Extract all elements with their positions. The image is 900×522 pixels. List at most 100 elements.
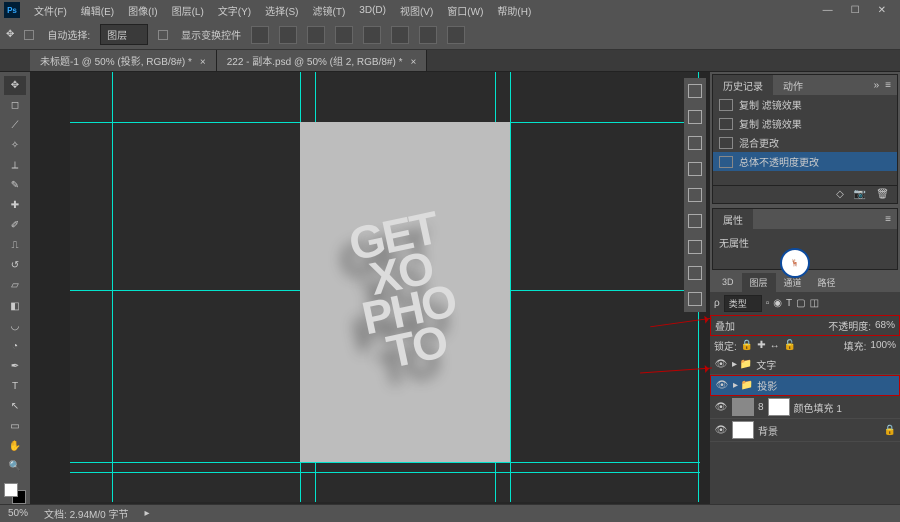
show-transform-checkbox[interactable] (158, 30, 168, 40)
distribute-icon[interactable] (419, 26, 437, 44)
opacity-input[interactable]: 68% (875, 320, 895, 331)
ps-logo: Ps (4, 2, 20, 18)
history-item[interactable]: 总体不透明度更改 (713, 152, 897, 171)
maximize-icon[interactable]: ☐ (851, 5, 860, 16)
panel-icon[interactable] (688, 188, 702, 202)
menu-type[interactable]: 文字(Y) (212, 1, 257, 20)
distribute-icon[interactable] (391, 26, 409, 44)
move-tool[interactable]: ✥ (4, 76, 26, 95)
align-icon[interactable] (307, 26, 325, 44)
doc-tab[interactable]: 222 - 副本.psd @ 50% (组 2, RGB/8#) *× (217, 50, 428, 71)
shape-tool[interactable]: ▭ (4, 417, 26, 436)
layer-kind-dropdown[interactable]: 类型 (724, 295, 762, 312)
panel-collapse-icon[interactable]: » (874, 80, 880, 91)
layer-row[interactable]: 👁背景🔒 (710, 419, 900, 442)
hand-tool[interactable]: ✋ (4, 437, 26, 456)
menu-layer[interactable]: 图层(L) (166, 1, 210, 20)
panel-menu-icon[interactable]: ≡ (885, 214, 891, 225)
history-item[interactable]: 混合更改 (713, 133, 897, 152)
panel-icon[interactable] (688, 266, 702, 280)
tab-layers[interactable]: 图层 (742, 273, 776, 292)
history-item[interactable]: 复制 滤镜效果 (713, 114, 897, 133)
panel-icon[interactable] (688, 84, 702, 98)
options-bar: ✥ 自动选择: 图层 显示变换控件 (0, 20, 900, 50)
doc-tab[interactable]: 未标题-1 @ 50% (投影, RGB/8#) *× (30, 50, 217, 71)
panel-icon[interactable] (688, 136, 702, 150)
menu-3d[interactable]: 3D(D) (353, 3, 392, 18)
menu-image[interactable]: 图像(I) (122, 1, 163, 20)
panel-icon[interactable] (688, 240, 702, 254)
gradient-tool[interactable]: ◧ (4, 297, 26, 316)
history-item[interactable]: 复制 滤镜效果 (713, 95, 897, 114)
menu-select[interactable]: 选择(S) (259, 1, 304, 20)
new-snapshot-icon[interactable]: 📷 (854, 189, 866, 200)
lasso-tool[interactable]: ⟋ (4, 116, 26, 135)
menu-view[interactable]: 视图(V) (394, 1, 439, 20)
artboard[interactable]: GET XO PHO TO (300, 122, 510, 462)
status-bar: 50% 文档: 2.94M/0 字节 ▸ (0, 504, 900, 522)
tab-3d[interactable]: 3D (714, 274, 742, 290)
canvas-area[interactable]: GET XO PHO TO (30, 72, 710, 504)
zoom-level[interactable]: 50% (8, 508, 28, 519)
auto-select-label: 自动选择: (47, 27, 90, 42)
blend-mode-dropdown[interactable]: 叠加 (715, 318, 787, 333)
tab-close-icon[interactable]: × (200, 57, 206, 68)
trash-icon[interactable]: 🗑 (876, 189, 889, 200)
layer-row[interactable]: 👁▸ 📁文字 (710, 355, 900, 375)
3d-mode-icon[interactable] (447, 26, 465, 44)
layer-row[interactable]: 👁8颜色填充 1 (710, 396, 900, 419)
menu-filter[interactable]: 滤镜(T) (307, 1, 352, 20)
panel-icon[interactable] (688, 110, 702, 124)
menu-window[interactable]: 窗口(W) (441, 1, 489, 20)
panel-icon[interactable] (688, 214, 702, 228)
tab-actions[interactable]: 动作 (773, 75, 813, 96)
minimize-icon[interactable]: — (823, 5, 833, 16)
history-brush-tool[interactable]: ↺ (4, 256, 26, 275)
panel-icon[interactable] (688, 162, 702, 176)
tab-history[interactable]: 历史记录 (713, 75, 773, 96)
dodge-tool[interactable]: ◔ (4, 337, 26, 356)
canvas-text: GET XO PHO TO (338, 207, 472, 376)
eye-icon[interactable]: 👁 (714, 425, 728, 436)
watermark-logo: 🦌 (780, 248, 810, 278)
tab-close-icon[interactable]: × (410, 57, 416, 68)
path-tool[interactable]: ↖ (4, 397, 26, 416)
zoom-tool[interactable]: 🔍 (4, 457, 26, 476)
heal-tool[interactable]: ✚ (4, 196, 26, 215)
brush-tool[interactable]: ✐ (4, 216, 26, 235)
auto-select-dropdown[interactable]: 图层 (100, 24, 148, 45)
tab-properties[interactable]: 属性 (713, 209, 753, 230)
eye-icon[interactable]: 👁 (714, 359, 728, 370)
eyedropper-tool[interactable]: ✎ (4, 176, 26, 195)
wand-tool[interactable]: ✧ (4, 136, 26, 155)
panel-menu-icon[interactable]: ≡ (885, 80, 891, 91)
eraser-tool[interactable]: ▱ (4, 276, 26, 295)
fill-input[interactable]: 100% (870, 340, 896, 351)
align-icon[interactable] (279, 26, 297, 44)
distribute-icon[interactable] (363, 26, 381, 44)
blur-tool[interactable]: ◡ (4, 317, 26, 336)
layer-row[interactable]: 👁▸ 📁投影 (710, 375, 900, 396)
doc-size[interactable]: 文档: 2.94M/0 字节 (44, 506, 128, 521)
crop-tool[interactable]: ⟂ (4, 156, 26, 175)
menu-help[interactable]: 帮助(H) (491, 1, 537, 20)
close-icon[interactable]: ✕ (878, 5, 886, 16)
move-tool-icon: ✥ (6, 29, 14, 40)
right-panels: 历史记录 动作 » ≡ 复制 滤镜效果 复制 滤镜效果 混合更改 总体不透明度更改… (710, 72, 900, 504)
align-icon[interactable] (335, 26, 353, 44)
menu-file[interactable]: 文件(F) (28, 1, 73, 20)
stamp-tool[interactable]: ⎍ (4, 236, 26, 255)
color-swatches[interactable] (4, 483, 26, 504)
eye-icon[interactable]: 👁 (714, 402, 728, 413)
auto-select-checkbox[interactable] (24, 30, 34, 40)
type-tool[interactable]: T (4, 377, 26, 396)
align-icon[interactable] (251, 26, 269, 44)
tab-paths[interactable]: 路径 (810, 273, 844, 292)
panel-icon[interactable] (688, 292, 702, 306)
marquee-tool[interactable]: ◻ (4, 96, 26, 115)
pen-tool[interactable]: ✒ (4, 357, 26, 376)
eye-icon[interactable]: 👁 (715, 380, 729, 391)
show-transform-label: 显示变换控件 (181, 27, 241, 42)
menu-edit[interactable]: 编辑(E) (75, 1, 120, 20)
snapshot-icon[interactable]: ◇ (836, 189, 844, 200)
